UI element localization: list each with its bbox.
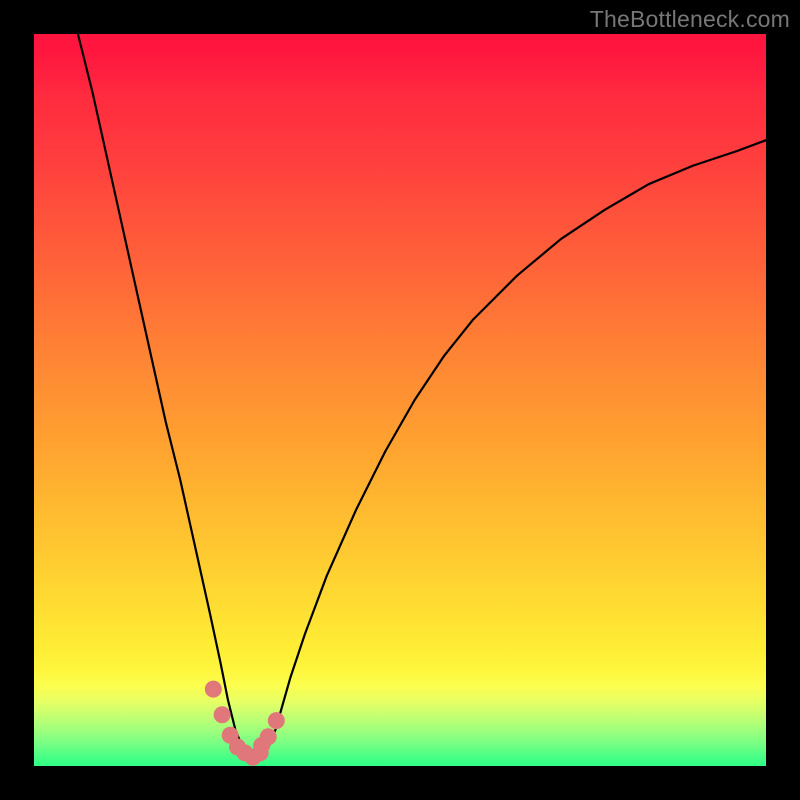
highlight-dot — [205, 681, 222, 698]
bottleneck-curve — [78, 34, 766, 759]
highlight-dots — [205, 681, 285, 766]
highlight-dot — [214, 706, 231, 723]
watermark-text: TheBottleneck.com — [590, 6, 790, 33]
plot-area — [34, 34, 766, 766]
highlight-dot — [260, 728, 277, 745]
chart-svg — [34, 34, 766, 766]
chart-frame: TheBottleneck.com — [0, 0, 800, 800]
highlight-dot — [268, 712, 285, 729]
